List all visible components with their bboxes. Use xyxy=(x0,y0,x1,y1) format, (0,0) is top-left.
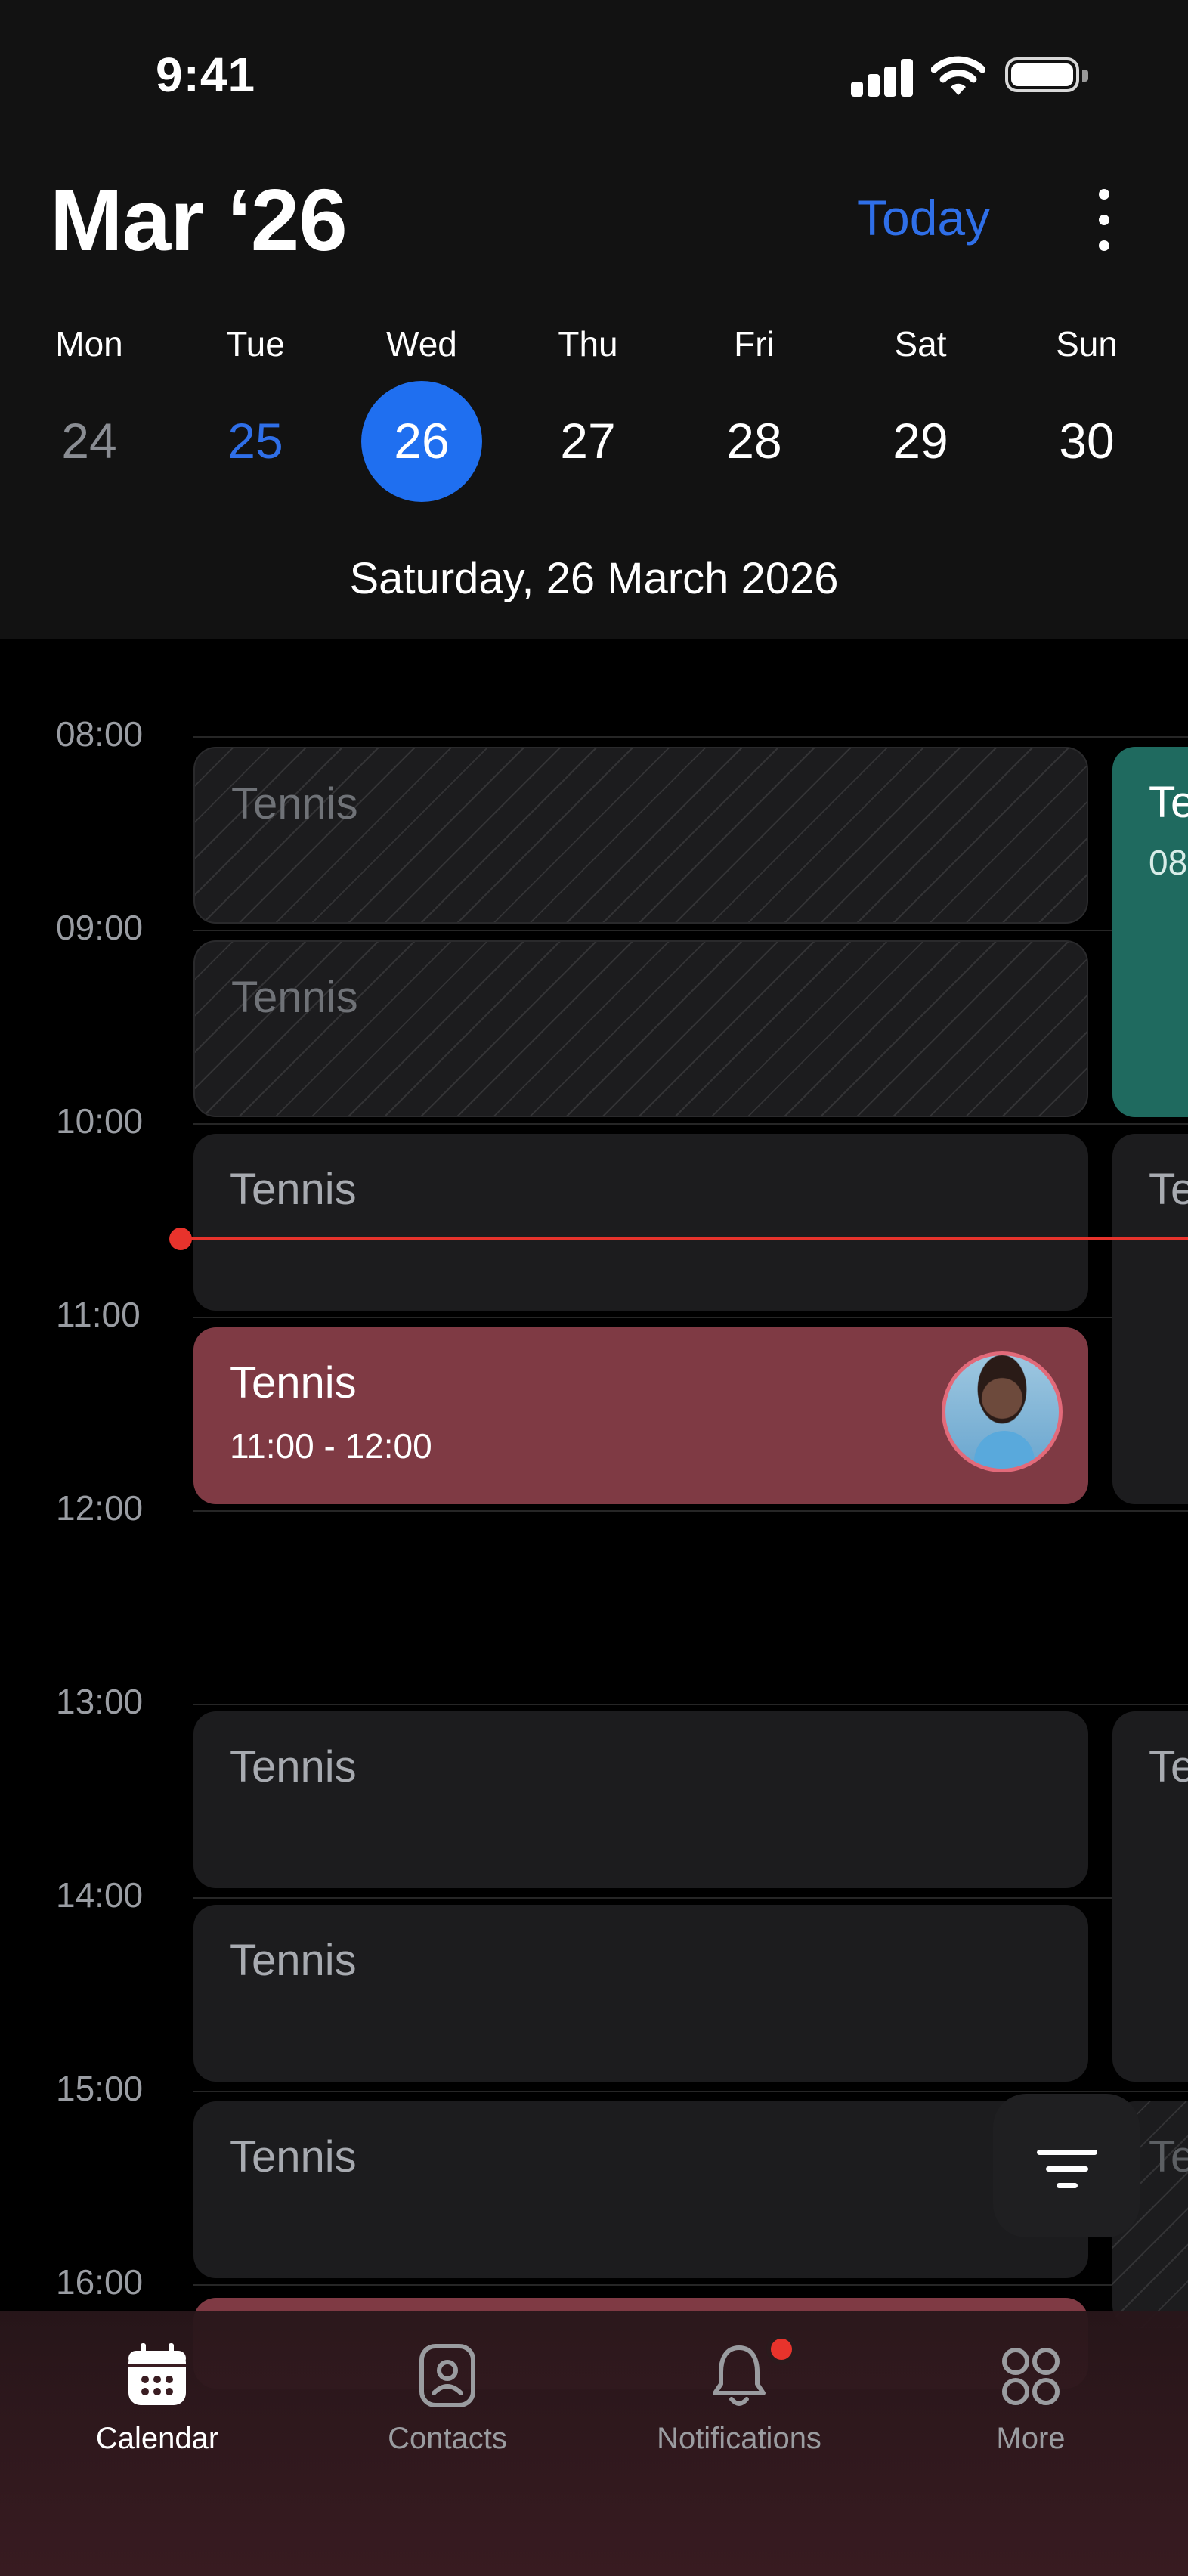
hour-label: 13:00 xyxy=(56,1682,144,1721)
event-title: Te xyxy=(1149,1165,1188,1214)
day-29[interactable]: 29 xyxy=(860,407,981,475)
event-title: Te xyxy=(1149,2132,1188,2181)
calendar-header: 9:41 Mar ‘26 Today Mon Tue Wed Thu Fri S… xyxy=(0,0,1188,639)
weekday-label: Sun xyxy=(1056,324,1118,364)
current-time-line xyxy=(178,1237,1188,1240)
event-title: Tennis xyxy=(231,973,358,1022)
event-title: Tennis xyxy=(230,1358,357,1407)
day-28[interactable]: 28 xyxy=(694,407,815,475)
event-card[interactable]: Tennis xyxy=(193,940,1088,1117)
hour-label: 12:00 xyxy=(56,1488,144,1528)
event-card[interactable]: Tennis xyxy=(193,1711,1088,1888)
event-title: Tennis xyxy=(231,779,358,828)
event-title: Tennis xyxy=(230,1165,357,1214)
side-event-card[interactable]: Te xyxy=(1112,1134,1188,1504)
hour-label: 10:00 xyxy=(56,1101,144,1141)
tab-notifications[interactable]: Notifications xyxy=(626,2311,852,2508)
battery-icon xyxy=(1005,57,1088,95)
hour-gridline xyxy=(193,1510,1188,1512)
hour-label: 15:00 xyxy=(56,2069,144,2108)
weekday-label: Tue xyxy=(226,324,285,364)
tab-label: Contacts xyxy=(388,2422,507,2455)
tab-label: More xyxy=(996,2422,1066,2455)
grid-icon xyxy=(1002,2348,1060,2405)
notification-badge xyxy=(766,2334,797,2364)
side-event-card[interactable]: Te 08 xyxy=(1112,747,1188,1117)
hour-gridline xyxy=(193,1317,1188,1318)
day-27[interactable]: 27 xyxy=(527,407,648,475)
day-25[interactable]: 25 xyxy=(195,407,316,475)
tab-calendar[interactable]: Calendar xyxy=(44,2311,271,2508)
event-card-booked[interactable]: Tennis 11:00 - 12:00 xyxy=(193,1327,1088,1504)
month-title: Mar ‘26 xyxy=(50,171,348,269)
hour-gridline xyxy=(193,2091,1188,2092)
hour-gridline xyxy=(193,1123,1188,1125)
side-event-card[interactable]: Te xyxy=(1112,1711,1188,2082)
bell-icon xyxy=(713,2345,766,2406)
weekday-label: Mon xyxy=(55,324,123,364)
hour-gridline xyxy=(193,2284,1188,2286)
day-26[interactable]: 26 xyxy=(361,407,482,475)
wifi-icon xyxy=(931,56,985,95)
hour-gridline xyxy=(193,736,1188,738)
day-30[interactable]: 30 xyxy=(1026,407,1147,475)
weekday-label: Sat xyxy=(894,324,947,364)
current-time-dot xyxy=(169,1228,192,1250)
hour-gridline xyxy=(193,930,1188,931)
event-card[interactable]: Tennis xyxy=(193,2101,1088,2278)
event-title: Tennis xyxy=(230,2132,357,2181)
status-time: 9:41 xyxy=(156,48,256,102)
hour-label: 14:00 xyxy=(56,1875,144,1915)
day-24[interactable]: 24 xyxy=(29,407,150,475)
event-card[interactable]: Tennis xyxy=(193,1905,1088,2082)
more-options-icon[interactable] xyxy=(1081,186,1126,254)
tab-label: Notifications xyxy=(657,2422,821,2455)
hour-label: 09:00 xyxy=(56,908,144,947)
event-time: 08 xyxy=(1149,843,1188,882)
signal-icon xyxy=(851,59,914,97)
today-button[interactable]: Today xyxy=(857,189,990,246)
weekday-label: Fri xyxy=(734,324,775,364)
selected-full-date: Saturday, 26 March 2026 xyxy=(349,554,839,603)
filter-icon-line xyxy=(1046,2166,1088,2172)
tab-contacts[interactable]: Contacts xyxy=(334,2311,561,2508)
event-title: Te xyxy=(1149,778,1188,827)
hour-gridline xyxy=(193,1704,1188,1705)
tab-bar: Calendar Contacts Notifications More xyxy=(0,2311,1188,2576)
weekday-label: Thu xyxy=(558,324,618,364)
hour-gridline xyxy=(193,1897,1188,1899)
weekday-label: Wed xyxy=(386,324,457,364)
hour-label: 11:00 xyxy=(56,1295,141,1334)
calendar-icon xyxy=(128,2343,186,2405)
event-title: Te xyxy=(1149,1742,1188,1791)
event-card[interactable]: Tennis xyxy=(193,747,1088,924)
contact-icon xyxy=(419,2344,475,2407)
hour-label: 16:00 xyxy=(56,2262,144,2302)
event-card[interactable]: Tennis xyxy=(193,1134,1088,1311)
filter-icon xyxy=(1037,2150,1097,2155)
tab-more[interactable]: More xyxy=(917,2311,1144,2508)
hour-label: 08:00 xyxy=(56,714,144,754)
filter-button[interactable] xyxy=(993,2094,1140,2237)
tab-label: Calendar xyxy=(95,2422,219,2455)
event-title: Tennis xyxy=(230,1936,357,1985)
event-title: Tennis xyxy=(230,1742,357,1791)
event-time: 11:00 - 12:00 xyxy=(230,1426,432,1466)
filter-icon-line xyxy=(1057,2183,1078,2188)
avatar[interactable] xyxy=(942,1351,1063,1472)
